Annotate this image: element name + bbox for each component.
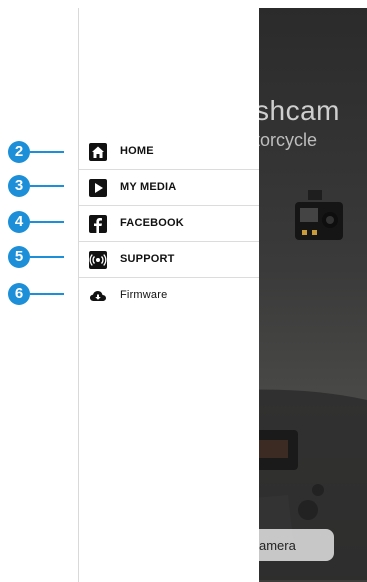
menu-item-my-media[interactable]: MY MEDIA [79,170,259,206]
camera-button-label: amera [259,538,296,553]
menu-item-facebook[interactable]: FACEBOOK [79,206,259,242]
callout-line [30,221,64,223]
cloud-download-icon [90,291,106,301]
side-drawer: HOME MY MEDIA FACEBOOK SUPPORT Firmware [78,8,259,582]
home-icon [89,143,107,161]
callout-badge: 6 [8,283,30,305]
callout-badge: 5 [8,246,30,268]
play-icon [89,179,107,197]
menu-item-label: HOME [120,145,154,157]
background-title: shcam [255,95,340,126]
facebook-icon [89,215,107,233]
background-subtitle: torcycle [255,130,318,150]
menu-item-home[interactable]: HOME [79,134,259,170]
callout-badge: 2 [8,141,30,163]
callout-line [30,151,64,153]
callout-badge: 4 [8,211,30,233]
callout-line [30,185,64,187]
menu-item-label: MY MEDIA [120,181,177,193]
dashcam-image [295,190,343,240]
menu-item-label: Firmware [120,289,168,301]
support-icon [89,251,107,269]
menu-item-label: FACEBOOK [120,217,184,229]
callout-badge: 3 [8,175,30,197]
menu-item-support[interactable]: SUPPORT [79,242,259,278]
callout-line [30,256,64,258]
menu-item-firmware[interactable]: Firmware [79,278,259,314]
callout-line [30,293,64,295]
menu-item-label: SUPPORT [120,253,175,265]
